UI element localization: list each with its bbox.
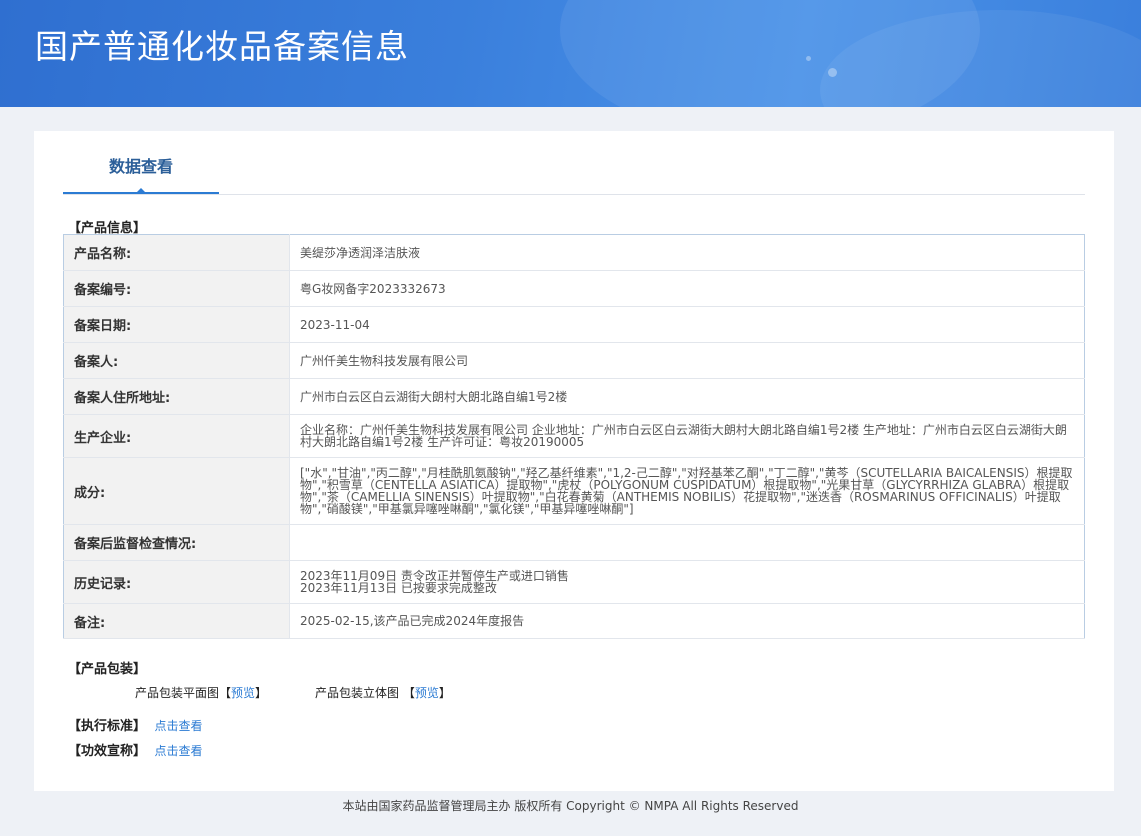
packaging-flat-preview-link[interactable]: 预览 [231,686,255,700]
history-value: 2023年11月09日 责令改正并暂停生产或进口销售 2023年11月13日 已… [289,560,1085,604]
tab-label: 数据查看 [108,157,173,176]
history-entry: 2023年11月13日 已按要求完成整改 [300,581,497,595]
page-footer: 本站由国家药品监督管理局主办 版权所有 Copyright © NMPA All… [342,799,799,813]
remarks-value: 2025-02-15,该产品已完成2024年度报告 [289,603,1085,639]
inspection-value [289,524,1085,561]
row-label: 备案人住所地址: [63,378,290,415]
content-panel: 数据查看 【产品信息】 产品名称: 美缇莎净透润泽洁肤液 备案编号: 粤G妆网备… [34,131,1114,791]
table-row: 备案人住所地址: 广州市白云区白云湖街大朗村大朗北路自编1号2楼 [63,378,1085,415]
table-row: 备案编号: 粤G妆网备字2023332673 [63,270,1085,307]
table-row: 历史记录: 2023年11月09日 责令改正并暂停生产或进口销售 2023年11… [63,560,1085,604]
packaging-solid-label: 产品包装立体图 [315,686,400,700]
row-label: 备注: [63,603,290,639]
page-header: 国产普通化妆品备案信息 [0,0,1141,107]
header-decoration-dot [828,68,837,77]
row-label: 备案日期: [63,306,290,343]
row-label: 产品名称: [63,234,290,271]
row-label: 生产企业: [63,414,290,458]
registration-date-value: 2023-11-04 [289,306,1085,343]
table-row: 产品名称: 美缇莎净透润泽洁肤液 [63,234,1085,271]
table-row: 备案后监督检查情况: [63,524,1085,561]
section-title-standard: 【执行标准】 [68,719,147,734]
registrant-value: 广州仟美生物科技发展有限公司 [289,342,1085,379]
efficacy-row: 【功效宣称】 点击查看 [68,740,203,759]
packaging-flat-item: 产品包装平面图【预览】 [135,686,268,700]
packaging-solid-preview-link[interactable]: 预览 [415,686,439,700]
product-info-table: 产品名称: 美缇莎净透润泽洁肤液 备案编号: 粤G妆网备字2023332673 … [63,234,1085,639]
row-label: 成分: [63,457,290,525]
section-title-packaging: 【产品包装】 [68,662,147,677]
table-row: 备注: 2025-02-15,该产品已完成2024年度报告 [63,603,1085,639]
manufacturer-value: 企业名称：广州仟美生物科技发展有限公司 企业地址：广州市白云区白云湖街大朗村大朗… [289,414,1085,458]
standard-view-link[interactable]: 点击查看 [155,719,203,733]
row-label: 备案人: [63,342,290,379]
packaging-flat-label: 产品包装平面图 [135,686,220,700]
tab-indicator-arrow [135,188,147,194]
standard-row: 【执行标准】 点击查看 [68,715,203,734]
row-label: 备案后监督检查情况: [63,524,290,561]
table-row: 生产企业: 企业名称：广州仟美生物科技发展有限公司 企业地址：广州市白云区白云湖… [63,414,1085,458]
registrant-address-value: 广州市白云区白云湖街大朗村大朗北路自编1号2楼 [289,378,1085,415]
row-label: 备案编号: [63,270,290,307]
efficacy-view-link[interactable]: 点击查看 [155,744,203,758]
section-title-efficacy: 【功效宣称】 [68,744,147,759]
tab-bar: 数据查看 [63,152,1085,195]
row-label: 历史记录: [63,560,290,604]
packaging-solid-item: 产品包装立体图 【预览】 [315,686,451,700]
table-row: 成分: ["水","甘油","丙二醇","月桂酰肌氨酸钠","羟乙基纤维素","… [63,457,1085,525]
page-title: 国产普通化妆品备案信息 [35,27,409,66]
tab-data-view[interactable]: 数据查看 [63,152,219,194]
product-name-value: 美缇莎净透润泽洁肤液 [289,234,1085,271]
header-decoration-dot [806,56,811,61]
table-row: 备案日期: 2023-11-04 [63,306,1085,343]
ingredients-value: ["水","甘油","丙二醇","月桂酰肌氨酸钠","羟乙基纤维素","1,2-… [289,457,1085,525]
registration-number-value: 粤G妆网备字2023332673 [289,270,1085,307]
table-row: 备案人: 广州仟美生物科技发展有限公司 [63,342,1085,379]
